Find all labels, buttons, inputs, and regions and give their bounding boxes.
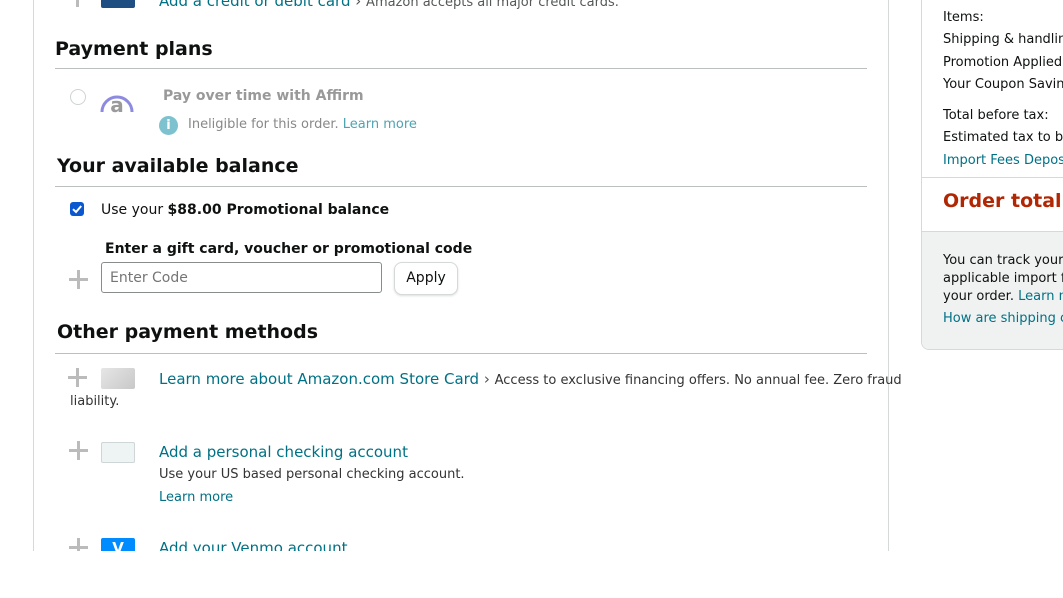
promo-balance-amount: $88.00 Promotional balance <box>167 202 390 218</box>
credit-card-icon <box>101 0 135 8</box>
payment-plans-heading: Payment plans <box>55 38 213 60</box>
order-summary-box: Items: Shipping & handling Promotion App… <box>921 0 1063 350</box>
estimated-tax-label: Estimated tax to be <box>943 130 1063 145</box>
apply-button[interactable]: Apply <box>394 262 458 295</box>
order-total-label: Order total: <box>943 190 1063 212</box>
tracking-text-2: applicable import fe <box>943 271 1063 286</box>
shipping-costs-link[interactable]: How are shipping co <box>943 311 1063 326</box>
shipping-label: Shipping & handling <box>943 32 1063 47</box>
promo-balance-label: Use your $88.00 Promotional balance <box>101 202 389 218</box>
ineligible-text: Ineligible for this order. <box>188 117 339 132</box>
coupon-label: Your Coupon Saving <box>943 77 1063 92</box>
add-card-plus-icon <box>68 0 87 7</box>
chevron-right-icon: › <box>355 0 362 10</box>
tracking-text-3: your order. <box>943 289 1014 304</box>
import-fees-link[interactable]: Import Fees Deposit <box>943 153 1063 168</box>
other-methods-heading: Other payment methods <box>57 321 319 343</box>
divider <box>55 186 867 187</box>
add-checking-link[interactable]: Add a personal checking account <box>159 443 408 461</box>
page-bottom-area <box>0 551 1063 598</box>
store-card-icon <box>101 368 135 389</box>
tracking-info-box: You can track your s applicable import f… <box>922 231 1063 349</box>
chevron-right-icon: › <box>483 370 490 388</box>
cards-accepted-note: Amazon accepts all major credit cards. <box>366 0 619 10</box>
items-label: Items: <box>943 10 984 25</box>
affirm-label: Pay over time with Affirm <box>163 88 364 104</box>
checking-note: Use your US based personal checking acco… <box>159 467 465 482</box>
info-icon: i <box>159 116 178 135</box>
divider <box>55 353 867 354</box>
add-code-plus-icon <box>69 270 88 289</box>
store-card-note: Access to exclusive financing offers. No… <box>494 373 902 388</box>
checking-learn-more-link[interactable]: Learn more <box>159 490 233 505</box>
use-your-text: Use your <box>101 202 164 218</box>
balance-heading: Your available balance <box>57 155 299 177</box>
affirm-learn-more-link[interactable]: Learn more <box>343 117 417 132</box>
store-card-note-continued: liability. <box>70 394 120 409</box>
checking-account-icon <box>101 442 135 463</box>
total-before-tax-label: Total before tax: <box>943 108 1049 123</box>
affirm-radio[interactable] <box>70 89 86 105</box>
add-credit-card-link[interactable]: Add a credit or debit card <box>159 0 350 10</box>
tracking-learn-more-link[interactable]: Learn m <box>1018 289 1063 304</box>
affirm-logo-icon: a <box>99 84 135 117</box>
promotion-label: Promotion Applied: <box>943 55 1063 70</box>
divider <box>922 177 1063 178</box>
promo-balance-checkbox[interactable] <box>70 202 84 216</box>
promo-code-input[interactable] <box>101 262 382 293</box>
store-card-link[interactable]: Learn more about Amazon.com Store Card <box>159 370 479 388</box>
store-card-plus-icon <box>68 368 87 387</box>
divider <box>55 68 867 69</box>
checking-plus-icon <box>69 441 88 460</box>
svg-text:a: a <box>110 93 124 114</box>
tracking-text-1: You can track your s <box>943 253 1063 268</box>
gift-card-label: Enter a gift card, voucher or promotiona… <box>105 241 473 257</box>
